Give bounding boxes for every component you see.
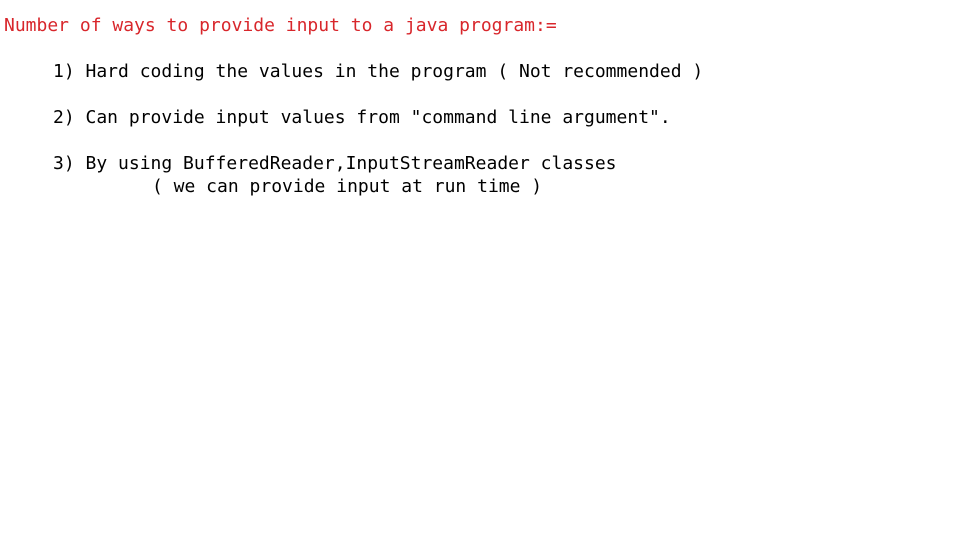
list-item-command-line: 2) Can provide input values from "comman…: [53, 107, 671, 128]
list-item-hard-coding: 1) Hard coding the values in the program…: [53, 61, 704, 82]
document-page: Number of ways to provide input to a jav…: [0, 0, 979, 540]
document-heading: Number of ways to provide input to a jav…: [4, 15, 557, 36]
list-item-buffered-reader-note: ( we can provide input at run time ): [152, 176, 543, 197]
list-item-buffered-reader: 3) By using BufferedReader,InputStreamRe…: [53, 153, 617, 174]
